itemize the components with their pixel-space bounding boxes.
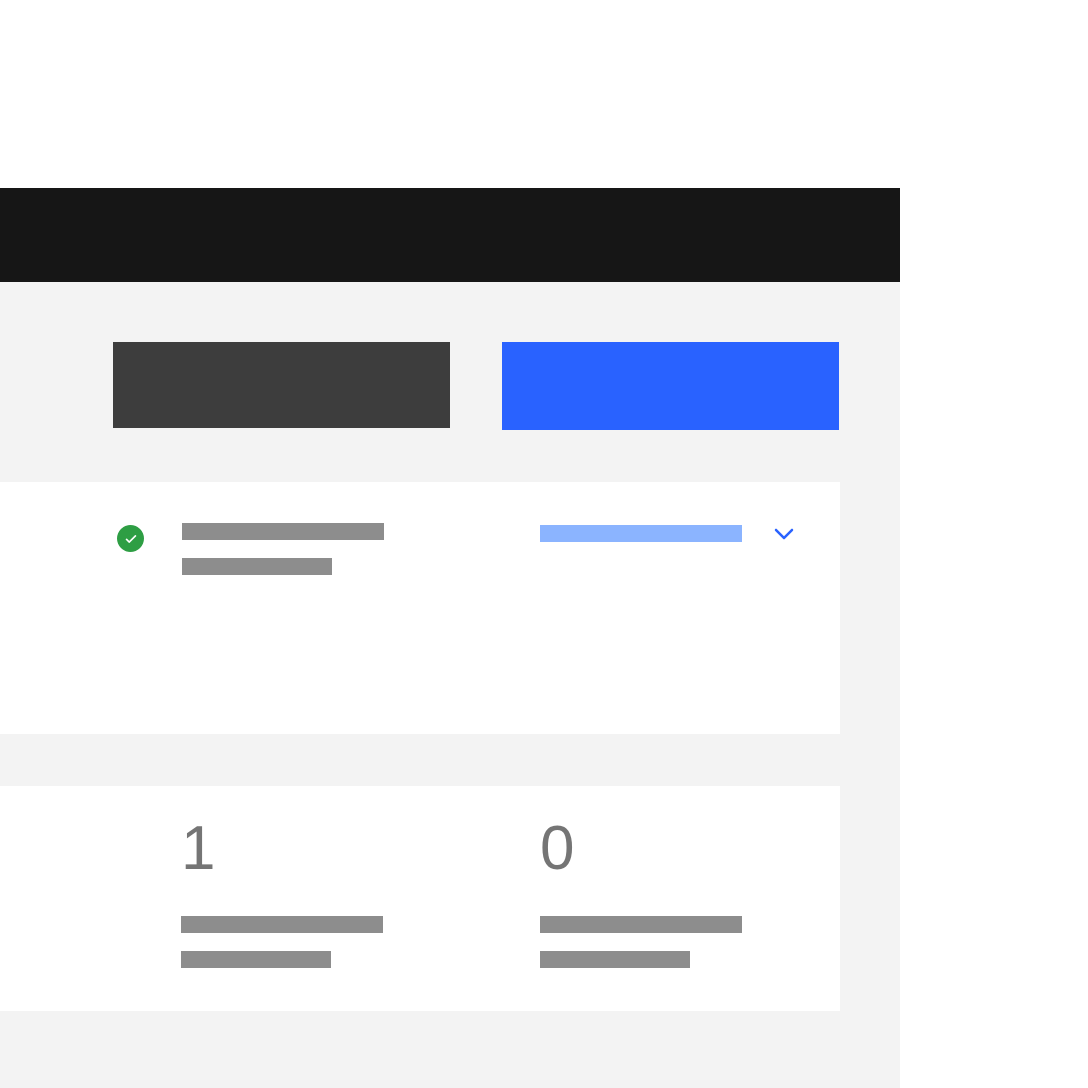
dropdown-label [540, 525, 742, 542]
status-line-1 [182, 523, 384, 540]
metric-left-line-2 [181, 951, 331, 968]
status-text [182, 523, 384, 575]
metric-left-line-1 [181, 916, 383, 933]
tabs-row [113, 342, 839, 430]
metric-right-line-1 [540, 916, 742, 933]
status-dropdown[interactable] [540, 525, 794, 542]
metrics-card: 1 0 [0, 786, 840, 1011]
metric-right-desc [540, 916, 742, 968]
check-circle-icon [117, 525, 144, 552]
metric-right: 0 [540, 818, 742, 968]
header-bar [0, 188, 900, 282]
tab-primary[interactable] [113, 342, 450, 428]
chevron-down-icon [774, 528, 794, 540]
metric-left-desc [181, 916, 383, 968]
metric-right-line-2 [540, 951, 690, 968]
metric-left: 1 [181, 818, 383, 968]
status-content [117, 523, 384, 575]
metric-right-value: 0 [540, 818, 742, 880]
tab-secondary[interactable] [502, 342, 839, 430]
status-card [0, 482, 840, 734]
status-line-2 [182, 558, 332, 575]
metric-left-value: 1 [181, 818, 383, 880]
